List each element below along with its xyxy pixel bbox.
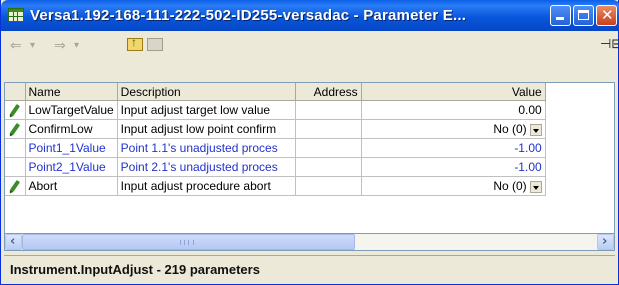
column-header-description[interactable]: Description	[117, 83, 296, 101]
cell-name[interactable]: Point2_1Value	[25, 157, 118, 177]
value-text: -1.00	[514, 141, 542, 155]
folder-icon[interactable]	[147, 38, 163, 51]
cell-name[interactable]: Abort	[25, 176, 118, 196]
cell-address[interactable]	[295, 176, 362, 196]
chevron-right-icon: ›	[602, 234, 608, 249]
horizontal-scrollbar[interactable]: ‹ ›	[4, 234, 615, 251]
table-row[interactable]: Point2_1Value Point 2.1's unadjusted pro…	[5, 157, 546, 177]
cell-address[interactable]	[295, 119, 362, 139]
row-icon-cell	[5, 119, 26, 139]
pin-icon[interactable]: ⊣⊟	[600, 37, 619, 52]
spreadsheet-grid-icon	[8, 8, 24, 22]
cell-name[interactable]: ConfirmLow	[25, 119, 118, 139]
column-header-name[interactable]: Name	[25, 83, 118, 101]
scroll-thumb[interactable]	[22, 234, 355, 250]
pencil-icon	[9, 122, 20, 136]
value-text: 0.00	[518, 103, 542, 117]
status-text: Instrument.InputAdjust - 219 parameters	[10, 262, 260, 277]
cell-description: Point 2.1's unadjusted proces	[117, 157, 296, 177]
scroll-right-button[interactable]: ›	[597, 234, 614, 250]
row-icon-cell	[5, 176, 26, 196]
cell-address[interactable]	[295, 138, 362, 158]
table-row[interactable]: Abort Input adjust procedure abort No (0…	[5, 176, 546, 196]
table-row[interactable]: ConfirmLow Input adjust low point confir…	[5, 119, 546, 139]
pencil-icon	[9, 103, 20, 117]
grip-icon	[180, 240, 194, 245]
cell-value[interactable]: -1.00	[361, 138, 546, 158]
status-bar: Instrument.InputAdjust - 219 parameters	[4, 255, 615, 281]
dropdown-arrow-icon[interactable]	[529, 123, 542, 136]
parameter-explorer-window: Versa1.192-168-111-222-502-ID255-versada…	[0, 0, 619, 285]
parameter-grid: Name Description Address Value LowTarget…	[4, 82, 615, 234]
parameter-table: Name Description Address Value LowTarget…	[5, 83, 546, 196]
pencil-icon	[9, 179, 20, 193]
value-text: No (0)	[493, 122, 527, 136]
forward-arrow-icon[interactable]: ⇒	[54, 37, 66, 55]
table-row[interactable]: LowTargetValue Input adjust target low v…	[5, 100, 546, 120]
column-header-value[interactable]: Value	[361, 83, 546, 101]
close-button[interactable]: ✕	[596, 5, 617, 26]
chevron-left-icon: ‹	[10, 234, 16, 249]
scroll-left-button[interactable]: ‹	[5, 234, 22, 250]
maximize-button[interactable]	[573, 5, 594, 26]
row-icon-cell	[5, 100, 26, 120]
row-icon-cell	[5, 157, 26, 177]
cell-address[interactable]	[295, 100, 362, 120]
cell-value[interactable]: No (0)	[361, 176, 546, 196]
dropdown-arrow-icon[interactable]	[529, 180, 542, 193]
cell-description: Input adjust low point confirm	[117, 119, 296, 139]
toolbar: ⇐ ▾ ⇒ ▾ ⊣⊟	[4, 31, 619, 62]
window-title: Versa1.192-168-111-222-502-ID255-versada…	[30, 7, 467, 24]
value-text: No (0)	[493, 179, 527, 193]
column-header-icon[interactable]	[5, 83, 26, 101]
cell-name[interactable]: Point1_1Value	[25, 138, 118, 158]
cell-description: Point 1.1's unadjusted proces	[117, 138, 296, 158]
back-arrow-icon[interactable]: ⇐	[10, 37, 22, 55]
cell-name[interactable]: LowTargetValue	[25, 100, 118, 120]
maximize-icon	[578, 10, 589, 20]
forward-dropdown-icon[interactable]: ▾	[74, 37, 79, 55]
title-bar[interactable]: Versa1.192-168-111-222-502-ID255-versada…	[1, 0, 619, 31]
row-icon-cell	[5, 138, 26, 158]
column-header-address[interactable]: Address	[295, 83, 362, 101]
cell-address[interactable]	[295, 157, 362, 177]
close-icon: ✕	[601, 6, 614, 24]
minimize-button[interactable]	[550, 5, 571, 26]
cell-value[interactable]: -1.00	[361, 157, 546, 177]
value-text: -1.00	[514, 160, 542, 174]
back-dropdown-icon[interactable]: ▾	[30, 37, 35, 55]
cell-description: Input adjust target low value	[117, 100, 296, 120]
cell-value[interactable]: No (0)	[361, 119, 546, 139]
folder-up-icon[interactable]	[127, 35, 143, 51]
minimize-icon	[556, 17, 564, 20]
table-header-row: Name Description Address Value	[5, 83, 546, 101]
table-row[interactable]: Point1_1Value Point 1.1's unadjusted pro…	[5, 138, 546, 158]
cell-value[interactable]: 0.00	[361, 100, 546, 120]
cell-description: Input adjust procedure abort	[117, 176, 296, 196]
